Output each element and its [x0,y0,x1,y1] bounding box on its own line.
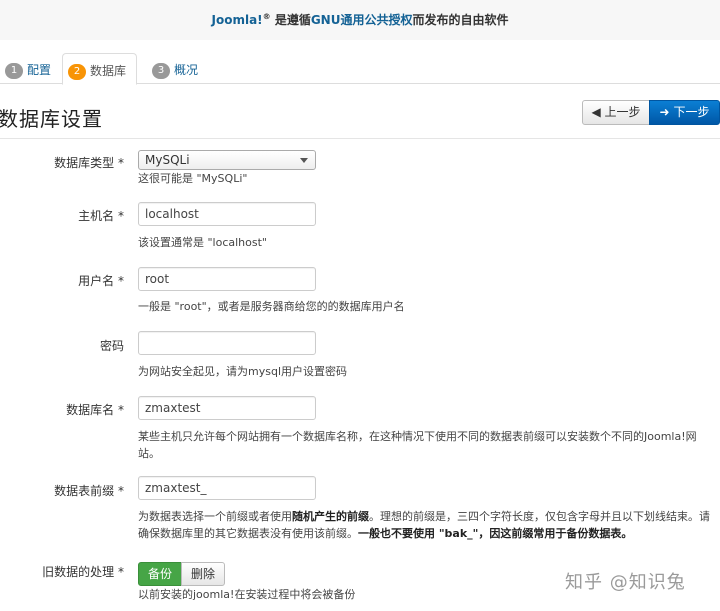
user-label: 用户名 * [78,274,124,288]
db-name-input[interactable]: zmaxtest [138,396,316,420]
db-name-help: 某些主机只允许每个网站拥有一个数据库名称，在这种情况下使用不同的数据表前缀可以安… [138,430,697,460]
host-input[interactable]: localhost [138,202,316,226]
backup-button[interactable]: 备份 [138,562,182,586]
random-prefix-link[interactable]: 随机产生的前缀 [292,510,369,523]
license-notice: Joomla!® 是遵循GNU通用公共授权而发布的自由软件 [0,11,720,28]
license-text-1: 是遵循 [270,13,311,27]
tab-label-overview: 概况 [174,63,199,77]
prefix-help: 为数据表选择一个前缀或者使用随机产生的前缀。理想的前缀是，三四个字符长度，仅包含… [138,508,716,542]
db-type-label: 数据库类型 * [54,156,124,170]
previous-button[interactable]: ◀ 上一步 [582,100,650,125]
password-input[interactable] [138,331,316,355]
host-label: 主机名 * [78,209,124,223]
user-input[interactable]: root [138,267,316,291]
prefix-warning: 一般也不要使用 "bak_"，因这前缀常用于备份数据表。 [358,527,633,540]
db-type-value: MySQLi [145,153,190,167]
delete-button[interactable]: 删除 [181,562,225,586]
user-help: 一般是 "root"，或者是服务器商给您的的数据库用户名 [138,300,405,313]
db-type-help: 这很可能是 "MySQLi" [138,172,248,185]
step-badge-2: 2 [68,64,86,80]
tab-config[interactable]: 1 配置 [0,53,61,84]
host-help: 该设置通常是 "localhost" [138,236,267,249]
license-text-2: 而发布的自由软件 [412,13,509,27]
next-button[interactable]: ➜ 下一步 [649,100,720,125]
old-data-label: 旧数据的处理 * [42,565,124,579]
next-label: 下一步 [673,105,710,119]
prefix-input[interactable]: zmaxtest_ [138,476,316,500]
gpl-license-link[interactable]: GNU通用公共授权 [311,13,413,27]
tab-label-database: 数据库 [90,64,127,78]
chevron-down-icon [300,158,308,163]
db-name-label: 数据库名 * [66,403,124,417]
arrow-right-icon: ➜ [659,105,670,119]
tab-label-config: 配置 [27,63,52,77]
step-badge-3: 3 [152,63,170,79]
zhihu-watermark: 知乎 @知识兔 [565,572,686,593]
joomla-brand: Joomla! [211,13,263,27]
db-type-select[interactable]: MySQLi [138,150,316,170]
page-title: 数据库设置 [0,107,103,131]
step-badge-1: 1 [5,63,23,79]
install-steps-tabs: 1 配置 2 数据库 3 概况 [0,53,720,85]
registered-mark: ® [262,12,271,21]
previous-label: 上一步 [604,105,641,119]
tab-overview[interactable]: 3 概况 [147,53,208,84]
divider [0,138,720,139]
arrow-left-icon: ◀ [591,105,601,119]
tab-database[interactable]: 2 数据库 [62,53,138,85]
prefix-label: 数据表前缀 * [54,484,124,498]
top-banner: Joomla!® 是遵循GNU通用公共授权而发布的自由软件 [0,0,720,40]
password-label: 密码 [99,339,124,353]
password-help: 为网站安全起见，请为mysql用户设置密码 [138,365,347,378]
prefix-help-1: 为数据表选择一个前缀或者使用 [138,510,292,523]
